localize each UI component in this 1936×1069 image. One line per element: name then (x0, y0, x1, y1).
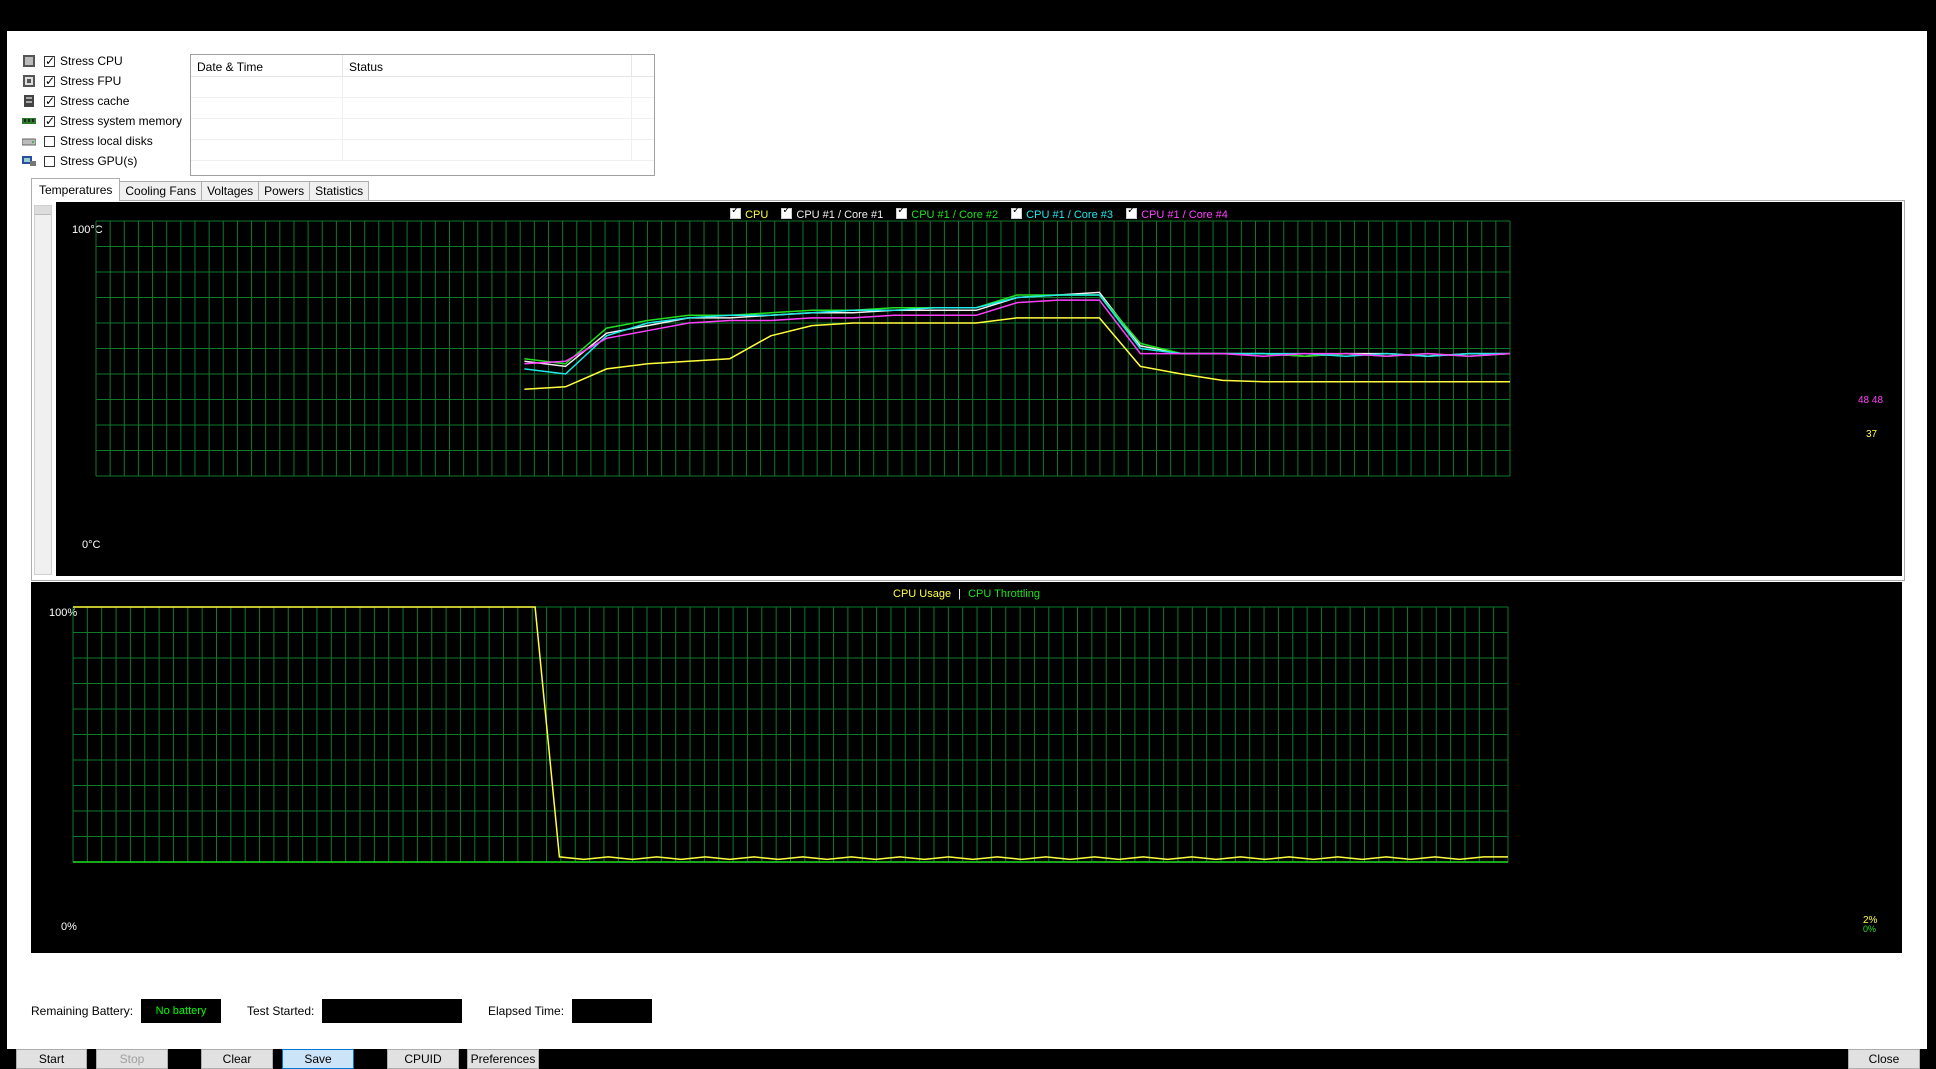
start-button[interactable]: Start (16, 1049, 87, 1069)
stress-gpu-label: Stress GPU(s) (60, 154, 138, 168)
log-header: Date & Time Status (191, 55, 654, 77)
battery-value: No battery (141, 999, 222, 1023)
chart-grid (72, 606, 1509, 863)
log-row (191, 119, 654, 140)
chart-grid (95, 220, 1511, 477)
log-col-datetime[interactable]: Date & Time (191, 55, 343, 76)
temp-core-end-label: 48 48 (1858, 395, 1884, 406)
device-list-scrollbar[interactable] (34, 205, 52, 575)
test-started-status: Test Started: (247, 999, 463, 1023)
status-log-table[interactable]: Date & Time Status (190, 54, 655, 176)
stress-disks-checkbox[interactable] (44, 135, 55, 147)
close-button[interactable]: Close (1848, 1049, 1920, 1069)
log-col-status[interactable]: Status (343, 55, 632, 76)
stress-fpu-checkbox[interactable] (44, 73, 55, 89)
stress-disks-option[interactable]: Stress local disks (22, 131, 153, 151)
series-line-4 (524, 299, 1511, 365)
battery-status: Remaining Battery: No battery (31, 999, 222, 1023)
stress-memory-option[interactable]: Stress system memory (22, 111, 182, 131)
temperature-plot (95, 220, 1511, 477)
tab-powers[interactable]: Powers (258, 181, 311, 201)
save-button[interactable]: Save (282, 1049, 354, 1069)
test-started-label: Test Started: (247, 1004, 315, 1018)
elapsed-time-status: Elapsed Time: (488, 999, 653, 1023)
stop-button[interactable]: Stop (96, 1049, 168, 1069)
tab-cooling-fans[interactable]: Cooling Fans (119, 181, 203, 201)
stress-fpu-option[interactable]: Stress FPU (22, 71, 121, 91)
elapsed-label: Elapsed Time: (488, 1004, 565, 1018)
cache-chip-icon (24, 95, 34, 107)
clear-button[interactable]: Clear (201, 1049, 273, 1069)
tab-statistics[interactable]: Statistics (309, 181, 370, 201)
stress-fpu-label: Stress FPU (60, 74, 122, 88)
stress-cache-option[interactable]: Stress cache (22, 91, 129, 111)
tab-temperatures[interactable]: Temperatures (31, 178, 121, 201)
fpu-chip-icon (23, 75, 35, 87)
stress-cache-checkbox[interactable] (44, 93, 55, 109)
memory-module-icon (22, 118, 36, 124)
throttling-end-label: 0% (1863, 924, 1877, 934)
temp-cpu-end-label: 37 (1866, 429, 1878, 440)
cpuid-button[interactable]: CPUID (387, 1049, 459, 1069)
stress-cpu-checkbox[interactable] (44, 53, 55, 69)
log-row (191, 98, 654, 119)
tab-voltages[interactable]: Voltages (201, 181, 260, 201)
stress-gpu-checkbox[interactable] (44, 155, 55, 167)
scroll-thumb[interactable] (35, 206, 51, 215)
stress-memory-label: Stress system memory (60, 114, 183, 128)
temperature-chart: CPU CPU #1 / Core #1 CPU #1 / Core #2 CP… (56, 202, 1902, 576)
cpu-chip-icon (23, 55, 35, 67)
preferences-button[interactable]: Preferences (467, 1049, 539, 1069)
tab-strip: Temperatures Cooling Fans Voltages Power… (31, 178, 370, 201)
cpu-usage-chart: CPU Usage | CPU Throttling 100% 0% 2% 0% (31, 582, 1902, 953)
log-row (191, 77, 654, 98)
stress-disks-label: Stress local disks (60, 134, 153, 148)
stress-gpu-option[interactable]: Stress GPU(s) (22, 151, 137, 171)
battery-label: Remaining Battery: (31, 1004, 134, 1018)
stability-test-window: Stress CPU Stress FPU Stress cache Stres… (7, 31, 1927, 1069)
test-started-value (322, 999, 463, 1023)
stress-memory-checkbox[interactable] (44, 113, 55, 129)
stress-cpu-label: Stress CPU (60, 54, 123, 68)
gpu-card-icon (22, 156, 36, 166)
stress-cpu-option[interactable]: Stress CPU (22, 51, 123, 71)
log-row (191, 140, 654, 161)
stress-cache-label: Stress cache (60, 94, 130, 108)
disk-drive-icon (22, 138, 36, 146)
elapsed-value (572, 999, 653, 1023)
usage-plot (72, 606, 1509, 863)
